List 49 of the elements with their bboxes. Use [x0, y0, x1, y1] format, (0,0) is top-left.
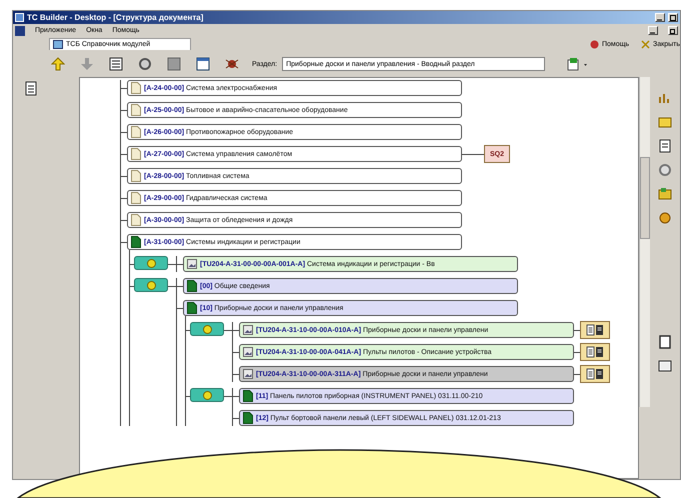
- document-stack-icon: [25, 81, 39, 97]
- document-icon: [586, 324, 604, 336]
- filled-page-icon: [243, 412, 253, 424]
- help-icon: [590, 40, 599, 48]
- up-arrow-icon: [51, 57, 65, 71]
- document-icon: [586, 368, 604, 380]
- calendar-button[interactable]: [194, 55, 212, 73]
- minimize-button[interactable]: [655, 13, 665, 22]
- attachment-tag[interactable]: [580, 343, 610, 361]
- up-button[interactable]: [49, 55, 67, 73]
- window-icon: [658, 359, 672, 373]
- down-arrow-icon: [80, 57, 94, 71]
- circle-icon: [146, 258, 156, 268]
- close-icon: [641, 40, 650, 48]
- folder-icon: [658, 187, 672, 201]
- page-icon: [658, 335, 672, 349]
- scrollbar[interactable]: [639, 77, 650, 407]
- window-icon: [53, 40, 63, 49]
- module-node[interactable]: [190, 322, 224, 336]
- minimize-button[interactable]: [648, 26, 658, 35]
- filled-page-icon: [187, 302, 197, 314]
- module-node[interactable]: [134, 256, 168, 270]
- filled-page-icon: [187, 280, 197, 292]
- circle-icon: [202, 324, 212, 334]
- attachment-tag[interactable]: [580, 321, 610, 339]
- square-icon: [167, 57, 181, 71]
- circle-icon: [146, 280, 156, 290]
- image-icon: [243, 325, 253, 335]
- restore-icon: [670, 28, 676, 34]
- window-title: TC Builder - Desktop - [Структура документа]: [27, 13, 204, 22]
- tree-button[interactable]: [107, 55, 125, 73]
- maximize-button[interactable]: [668, 13, 678, 22]
- folder-icon: [658, 115, 672, 129]
- circle-icon: [202, 390, 212, 400]
- chart-icon: [658, 91, 672, 105]
- module-node[interactable]: [190, 388, 224, 402]
- image-icon: [243, 347, 253, 357]
- calendar-icon: [196, 57, 210, 71]
- filled-page-icon: [243, 390, 253, 402]
- document-icon: [658, 139, 672, 153]
- image-icon: [243, 369, 253, 379]
- document-icon: [586, 346, 604, 358]
- refresh-button[interactable]: [136, 55, 154, 73]
- view-button[interactable]: [165, 55, 183, 73]
- restore-button[interactable]: [668, 26, 678, 35]
- image-icon: [187, 259, 197, 269]
- maximize-icon: [670, 14, 676, 20]
- list-icon: [109, 57, 123, 71]
- module-node[interactable]: [134, 278, 168, 292]
